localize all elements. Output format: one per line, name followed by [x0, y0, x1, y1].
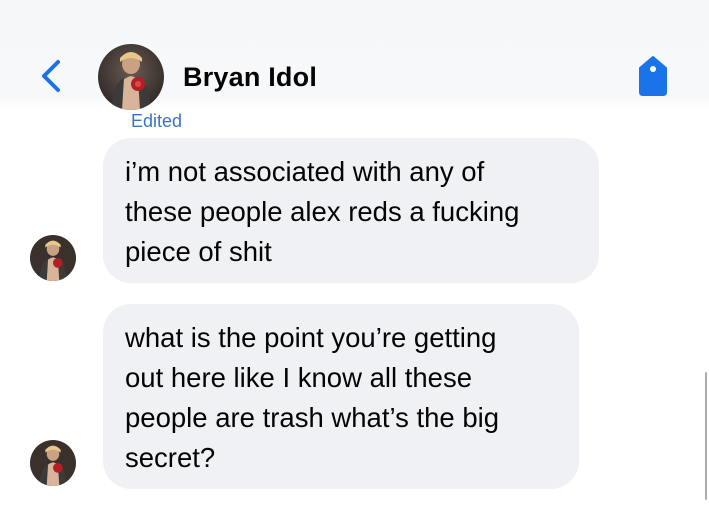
message-text-line: out here like I know all these: [125, 362, 472, 393]
contact-name[interactable]: Bryan Idol: [183, 62, 317, 93]
message-text-line: what is the point you’re getting: [125, 322, 497, 353]
edited-label: Edited: [131, 111, 183, 131]
sender-avatar[interactable]: [30, 440, 76, 486]
message-text-line: people are trash what’s the big: [125, 402, 500, 433]
message-text-line: secret?: [125, 442, 216, 473]
message-bubble[interactable]: i’m not associated with any of these peo…: [103, 138, 599, 283]
contact-avatar[interactable]: [98, 44, 164, 110]
message-text-line: these people alex reds a fucking: [125, 196, 520, 227]
message-text-line: piece of shit: [125, 236, 272, 267]
tag-icon[interactable]: [636, 54, 670, 98]
sender-avatar[interactable]: [30, 235, 76, 281]
scrollbar[interactable]: [705, 372, 707, 500]
message-bubble[interactable]: what is the point you’re getting out her…: [103, 304, 579, 489]
back-chevron-icon[interactable]: [36, 56, 66, 96]
message-text-line: i’m not associated with any of: [125, 156, 485, 187]
chat-screen: Bryan Idol Edited i’m not associated wit…: [0, 0, 709, 532]
conversation-header: Bryan Idol: [0, 0, 709, 110]
